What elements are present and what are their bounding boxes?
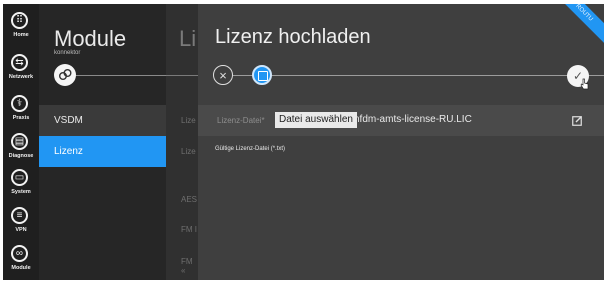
rail-item-diagnose[interactable]: ▤ Diagnose bbox=[3, 131, 39, 167]
module-title: Module bbox=[54, 26, 127, 51]
license-column-title: Li bbox=[179, 26, 197, 51]
modules-icon bbox=[58, 68, 72, 80]
upload-row: Lizenz-Datei* Datei auswählen nfdm-amts-… bbox=[198, 105, 604, 136]
module-step-icon[interactable] bbox=[54, 64, 76, 86]
module-item-lizenz[interactable]: Lizenz bbox=[39, 136, 166, 167]
modules-icon: ∞ bbox=[11, 245, 28, 262]
license-row[interactable]: AES bbox=[181, 195, 197, 204]
license-row[interactable]: Lize bbox=[181, 116, 196, 125]
edit-icon[interactable] bbox=[572, 115, 583, 126]
rail-item-vpn[interactable]: ≡ VPN bbox=[3, 205, 39, 241]
edit-step-button[interactable] bbox=[252, 65, 272, 85]
module-item-vsdm[interactable]: VSDM bbox=[39, 105, 166, 136]
rail-label-home: Home bbox=[13, 32, 29, 38]
license-file-label: Lizenz-Datei* bbox=[217, 116, 265, 125]
panel-title: Lizenz hochladen bbox=[215, 26, 371, 48]
choose-file-button[interactable]: Datei auswählen bbox=[275, 112, 357, 128]
close-icon: × bbox=[219, 68, 227, 83]
module-list: VSDM Lizenz bbox=[39, 105, 166, 167]
rail-label-vpn: VPN bbox=[15, 227, 27, 233]
rail-label-module: Module bbox=[11, 265, 31, 271]
network-icon: ⇆ bbox=[11, 54, 28, 71]
rail-item-netzwerk[interactable]: ⇆ Netzwerk bbox=[3, 52, 39, 88]
rail-item-module[interactable]: ∞ Module bbox=[3, 243, 39, 279]
rail-item-home[interactable]: ⠿ Home bbox=[3, 10, 39, 46]
module-subtitle: konnektor bbox=[54, 50, 81, 56]
apps-grid-icon: ⠿ bbox=[11, 12, 28, 29]
clipboard-icon: ▤ bbox=[11, 133, 28, 150]
module-column: Module konnektor VSDM Lizenz bbox=[39, 4, 166, 280]
corner-ribbon: ROUTU bbox=[550, 4, 604, 47]
license-row[interactable]: Lize bbox=[181, 147, 196, 156]
system-icon: ▭ bbox=[11, 169, 28, 186]
upload-license-panel: Lizenz hochladen ROUTU × ✓ Lizenz-Datei*… bbox=[198, 4, 604, 280]
medical-icon: ⚕ bbox=[11, 95, 28, 112]
rail-label-praxis: Praxis bbox=[12, 115, 30, 121]
rail-item-system[interactable]: ▭ System bbox=[3, 167, 39, 203]
license-column: Li Lize Lize AES FM I FM « bbox=[166, 4, 198, 280]
selected-file-name: nfdm-amts-license-RU.LIC bbox=[354, 114, 472, 125]
license-row[interactable]: FM I bbox=[181, 225, 197, 234]
file-hint: Gültige Lizenz-Datei (*.txt) bbox=[215, 146, 286, 152]
license-column-line bbox=[166, 75, 198, 76]
rail-label-diagnose: Diagnose bbox=[8, 153, 34, 159]
rail-label-system: System bbox=[11, 189, 31, 195]
rail-label-netzwerk: Netzwerk bbox=[8, 74, 34, 80]
nav-rail: ⠿ Home ⇆ Netzwerk ⚕ Praxis ▤ Diagnose ▭ … bbox=[3, 4, 39, 280]
app-frame: ⠿ Home ⇆ Netzwerk ⚕ Praxis ▤ Diagnose ▭ … bbox=[3, 4, 604, 280]
cancel-button[interactable]: × bbox=[213, 65, 233, 85]
vpn-icon: ≡ bbox=[11, 207, 28, 224]
wizard-progress-line bbox=[223, 75, 604, 76]
license-row[interactable]: FM « bbox=[181, 257, 198, 275]
hand-cursor-icon bbox=[580, 78, 589, 90]
rail-item-praxis[interactable]: ⚕ Praxis bbox=[3, 93, 39, 129]
edit-icon bbox=[258, 71, 268, 81]
